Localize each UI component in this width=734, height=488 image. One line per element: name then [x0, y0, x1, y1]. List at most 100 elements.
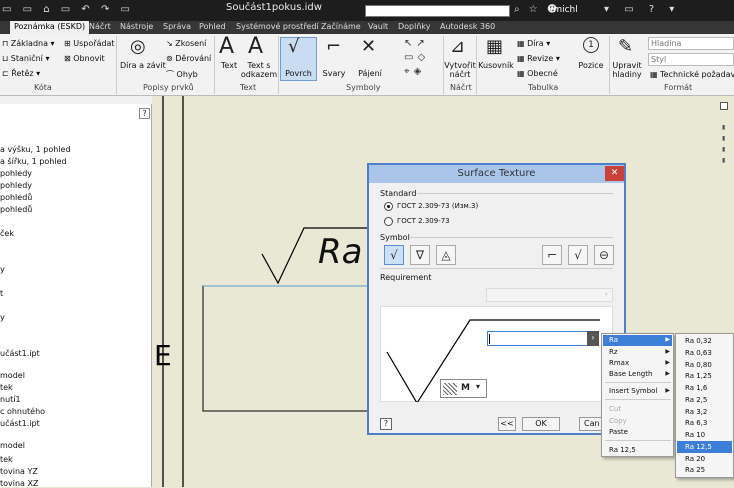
tree-item[interactable]: model [0, 371, 25, 380]
derovani-button[interactable]: ⊚ Děrování [166, 54, 211, 63]
tab-nastroje[interactable]: Nástroje [120, 22, 153, 31]
usporadat-button[interactable]: ⊞ Uspořádat [64, 39, 115, 48]
dira-button[interactable]: ▦ Díra ▾ [517, 39, 550, 48]
submenu-item[interactable]: Ra 20 [685, 455, 705, 463]
menu-item-ra[interactable]: Ra [609, 336, 618, 344]
dira-a-zavit-button[interactable]: Díra a závit [120, 61, 166, 70]
submenu-item[interactable]: Ra 25 [685, 466, 705, 474]
text-s-odkazem-line2[interactable]: odkazem [240, 70, 278, 79]
symbol-grid-icons[interactable]: ↖↗ ▭◇ ⌖◈ [404, 37, 442, 79]
kusovnik-button[interactable]: Kusovník [478, 61, 514, 70]
obecne-button[interactable]: ▦ Obecné [517, 69, 558, 78]
submenu-item[interactable]: Ra 0,32 [685, 337, 712, 345]
tree-item[interactable]: c ohnutého [0, 407, 45, 416]
standard-option-2-radio[interactable] [384, 217, 393, 226]
menu-item-recent-value[interactable]: Ra 12,5 [609, 446, 636, 454]
tree-item[interactable]: pohledy [0, 169, 32, 178]
tree-item[interactable]: a výšku, 1 pohled [0, 145, 71, 154]
upravit-hladiny-line2[interactable]: hladiny [610, 70, 644, 79]
symbol-all-around-button[interactable]: √ [568, 245, 588, 265]
menu-item-rz[interactable]: Rz [609, 348, 618, 356]
quick-access-icons[interactable]: ▭ ▭ ⌂ ▭ ↶ ↷ ▭ [2, 4, 134, 15]
tree-item[interactable]: ček [0, 229, 14, 238]
tree-item[interactable]: učást1.ipt [0, 419, 40, 428]
collapse-button[interactable]: << [498, 417, 516, 431]
standard-option-1-label[interactable]: ГОСТ 2.309-73 (Изм.3) [397, 202, 478, 210]
upravit-hladiny-line1[interactable]: Upravit [610, 61, 644, 70]
tree-item[interactable]: pohledů [0, 193, 32, 202]
nav-tools-icon[interactable]: ▮ ▮ ▮ ▮ [722, 122, 726, 168]
menu-item-base-length[interactable]: Base Length [609, 370, 652, 378]
tree-item[interactable]: pohledy [0, 181, 32, 190]
vytvorit-nacrt-line2[interactable]: náčrt [443, 70, 477, 79]
vytvorit-nacrt-line1[interactable]: Vytvořit [443, 61, 477, 70]
tree-item[interactable]: tek [0, 383, 13, 392]
tab-doplnky[interactable]: Doplňky [398, 22, 431, 31]
marking-dropdown[interactable]: M ▾ [440, 379, 487, 398]
submenu-item-selected[interactable]: Ra 12,5 [685, 443, 712, 451]
text-s-odkazem-line1[interactable]: Text s [240, 61, 278, 70]
tab-zaciname[interactable]: Začínáme [321, 22, 361, 31]
standard-option-2-label[interactable]: ГОСТ 2.309-73 [397, 217, 450, 225]
insert-menu-arrow-button[interactable]: › [587, 331, 599, 346]
symbol-lay-button[interactable]: ⌐ [542, 245, 562, 265]
tree-item[interactable]: y [0, 313, 5, 322]
submenu-item[interactable]: Ra 0,80 [685, 361, 712, 369]
menu-item-insert-symbol[interactable]: Insert Symbol [609, 387, 657, 395]
submenu-item[interactable]: Ra 1,6 [685, 384, 707, 392]
ok-button[interactable]: OK [522, 417, 560, 431]
tab-vault[interactable]: Vault [368, 22, 388, 31]
text-button[interactable]: Text [218, 61, 240, 70]
menu-item-rmax[interactable]: Rmax [609, 359, 629, 367]
stanicni-button[interactable]: ⊔ Staniční ▾ [2, 54, 49, 63]
styl-select[interactable] [648, 53, 734, 66]
tab-nacrt[interactable]: Náčrt [89, 22, 111, 31]
tab-autodesk-360[interactable]: Autodesk 360 [440, 22, 495, 31]
search-input[interactable] [365, 5, 510, 17]
submenu-item[interactable]: Ra 6,3 [685, 419, 707, 427]
menu-item-paste[interactable]: Paste [609, 428, 628, 436]
tree-item[interactable]: nutí1 [0, 395, 21, 404]
tree-item[interactable]: a šířku, 1 pohled [0, 157, 67, 166]
pozice-button[interactable]: Pozice [573, 61, 609, 70]
tree-item[interactable]: t [0, 289, 3, 298]
requirement-top-field[interactable] [486, 288, 613, 302]
tree-item[interactable]: model [0, 441, 25, 450]
zakladna-button[interactable]: ⊓ Základna ▾ [2, 39, 55, 48]
retez-label: Řetěz [11, 69, 34, 78]
nav-bar-icon[interactable] [720, 102, 728, 110]
submenu-item[interactable]: Ra 1,25 [685, 372, 712, 380]
submenu-item[interactable]: Ra 0,63 [685, 349, 712, 357]
tree-item[interactable]: tek [0, 455, 13, 464]
roughness-value-input[interactable] [487, 331, 588, 346]
technicke-pozadavky-button[interactable]: ▦ Technické požadavk [650, 70, 734, 79]
tab-poznamka[interactable]: Poznámka (ESKD) [10, 21, 90, 34]
standard-option-1-radio[interactable] [384, 202, 393, 211]
help-icons[interactable]: ▾ ▭ ? ▾ [604, 4, 680, 15]
tree-item[interactable]: učást1.ipt [0, 349, 40, 358]
close-icon[interactable]: ✕ [605, 166, 624, 181]
pajeni-button[interactable]: Pájení [355, 69, 385, 78]
symbol-removal-prohibited-button[interactable]: ◬ [436, 245, 456, 265]
tab-systemove-prostredi[interactable]: Systémové prostředí [236, 22, 319, 31]
symbol-basic-button[interactable]: √ [384, 245, 404, 265]
tab-sprava[interactable]: Správa [163, 22, 191, 31]
tree-item[interactable]: y [0, 265, 5, 274]
submenu-item[interactable]: Ra 10 [685, 431, 705, 439]
zkoseni-button[interactable]: ↘ Zkosení [166, 39, 206, 48]
tree-item[interactable]: tovina YZ [0, 467, 38, 476]
submenu-item[interactable]: Ra 3,2 [685, 408, 707, 416]
hladina-select[interactable] [648, 37, 734, 50]
svary-button[interactable]: Svary [319, 69, 349, 78]
symbol-circle-button[interactable]: ⊖ [594, 245, 614, 265]
obnovit-button[interactable]: ⊠ Obnovit [64, 54, 105, 63]
submenu-item[interactable]: Ra 2,5 [685, 396, 707, 404]
tree-item[interactable]: pohledů [0, 205, 32, 214]
tab-pohled[interactable]: Pohled [199, 22, 226, 31]
retez-button[interactable]: ⊏ Řetěz ▾ [2, 69, 40, 78]
ohyb-button[interactable]: ⌒ Ohyb [166, 69, 198, 80]
user-name[interactable]: vmichl [548, 5, 578, 15]
revize-button[interactable]: ▦ Revize ▾ [517, 54, 560, 63]
symbol-removal-required-button[interactable]: ∇ [410, 245, 430, 265]
help-icon[interactable]: ? [380, 418, 392, 430]
